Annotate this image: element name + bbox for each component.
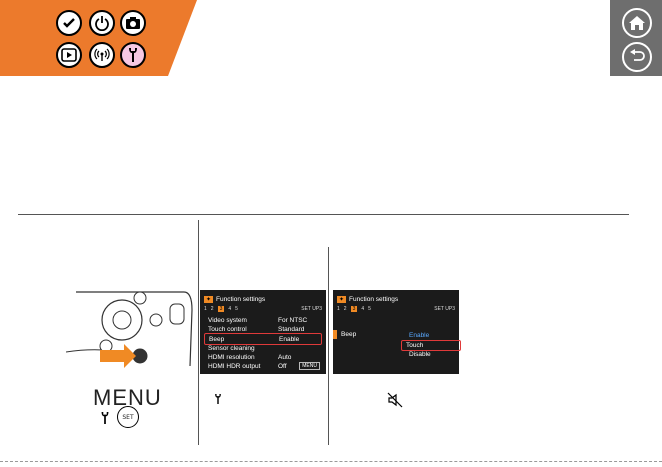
power-icon[interactable] [89,10,115,36]
mute-icon [386,391,404,409]
tab-5: 5 [368,306,371,312]
row-label: Sensor cleaning [208,344,255,352]
row-value: Enable [279,335,300,343]
tab-1: 1 [337,306,340,312]
beep-label: Beep [341,331,357,338]
wrench-icon[interactable] [120,42,146,68]
row-label: Touch control [208,325,247,333]
tab-4: 4 [361,306,365,312]
tab-5: 5 [235,306,238,312]
wrench-icon: ✦ [337,295,347,303]
camera-screen-beep-options: ✦ Function settings 1 2 3 4 5 SET UP3 Be… [333,290,461,374]
camera-body-illustration [66,291,193,368]
screen-title: Function settings [216,295,266,303]
screen-title-bar: ✦ Function settings [204,294,322,304]
screen-tabs: 1 2 3 4 5 SET UP3 [337,305,455,313]
tab-4: 4 [228,306,232,312]
camera-screen-function-settings: ✦ Function settings 1 2 3 4 5 SET UP3 Vi… [200,290,326,374]
option-enable: Enable [409,332,430,339]
page-bottom-border [0,461,662,462]
screen-title-bar: ✦ Function settings [337,294,455,304]
column-divider [198,220,199,445]
row-label: HDMI resolution [208,353,255,361]
tab-2: 2 [210,306,214,312]
row-value: Off [278,362,287,370]
set-button-icon: SET [117,406,139,428]
camera-icon[interactable] [120,10,146,36]
tab-2: 2 [343,306,347,312]
column-divider [328,247,329,445]
play-icon[interactable] [56,42,82,68]
back-icon[interactable] [622,42,652,72]
check-icon[interactable] [56,10,82,36]
row-marker [333,330,337,339]
menu-button-label: MENU [299,362,320,370]
option-label: Touch [406,342,424,349]
wrench-icon: ✦ [204,295,214,303]
row-label: Beep [209,335,225,343]
row-value: Standard [278,325,305,333]
screen-tabs: 1 2 3 4 5 SET UP3 [204,305,322,313]
tab-3: 3 [217,306,225,312]
wrench-icon [211,391,225,407]
wrench-icon [97,409,113,427]
tab-1: 1 [204,306,207,312]
home-icon[interactable] [622,8,652,38]
row-value: For NTSC [278,316,308,324]
option-disable: Disable [409,351,431,358]
screen-title: Function settings [349,295,399,303]
wireless-icon[interactable] [89,42,115,68]
tab-3: 3 [350,306,358,312]
row-label: HDMI HDR output [208,362,261,370]
tab-label: SET UP3 [301,306,322,312]
row-value: Auto [278,353,292,361]
tab-label: SET UP3 [434,306,455,312]
row-label: Video system [208,316,247,324]
section-divider [18,214,629,215]
